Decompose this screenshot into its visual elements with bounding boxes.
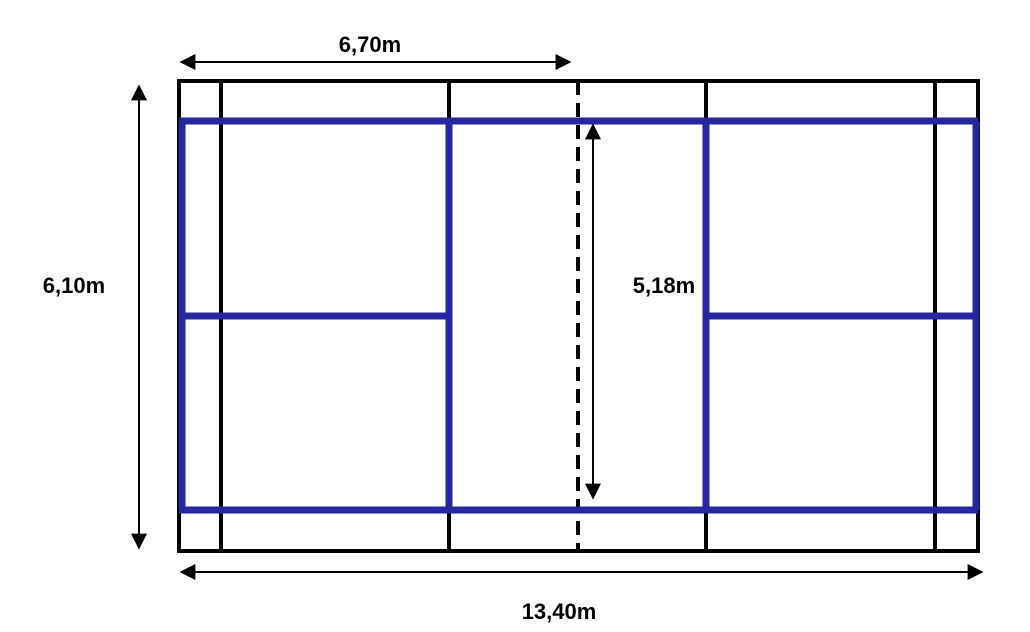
doubles-width-label: 6,10m bbox=[43, 273, 105, 298]
full-length-label: 13,40m bbox=[522, 599, 597, 624]
badminton-court-diagram: 6,70m 6,10m 5,18m 13,40m bbox=[43, 32, 984, 624]
half-length-label: 6,70m bbox=[339, 32, 401, 57]
singles-width-label: 5,18m bbox=[633, 273, 695, 298]
